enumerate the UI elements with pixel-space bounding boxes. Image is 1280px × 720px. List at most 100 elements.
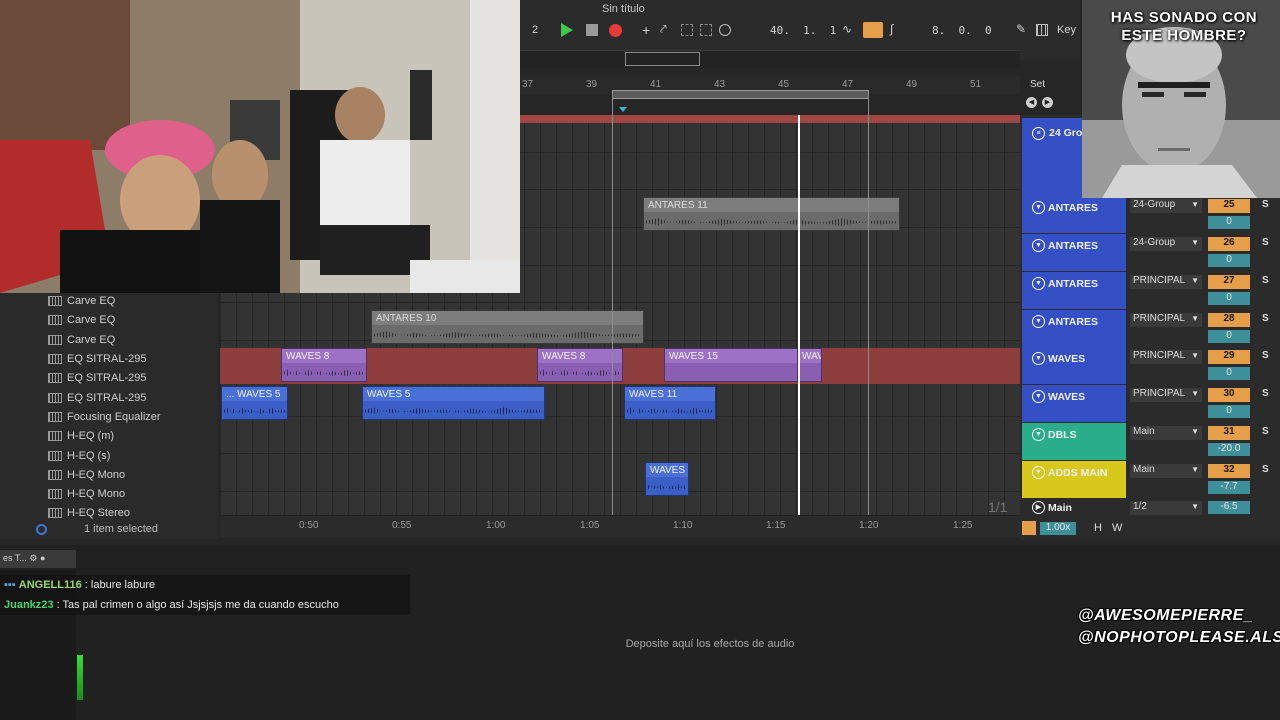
browser-item[interactable]: Carve EQ bbox=[48, 334, 115, 346]
track-header[interactable]: ▼ DBLS bbox=[1022, 423, 1126, 460]
browser-item[interactable]: H-EQ Stereo bbox=[48, 507, 130, 519]
volume-field[interactable]: -20.0 bbox=[1208, 443, 1250, 456]
output-routing[interactable]: 1/2 bbox=[1130, 501, 1202, 515]
browser-item[interactable]: EQ SITRAL-295 bbox=[48, 353, 146, 365]
track-activator[interactable]: 29 bbox=[1208, 350, 1250, 364]
track-activator[interactable]: 25 bbox=[1208, 199, 1250, 213]
volume-field[interactable]: -6.5 bbox=[1208, 501, 1250, 514]
output-routing[interactable]: 24-Group bbox=[1130, 237, 1202, 251]
track-header[interactable]: ▼ WAVES bbox=[1022, 347, 1126, 384]
playhead[interactable] bbox=[798, 115, 800, 515]
arrangement-position[interactable]: 40. 1. 1 bbox=[770, 24, 836, 37]
track-header[interactable]: ▼ WAVES bbox=[1022, 385, 1126, 422]
fold-icon[interactable]: ▼ bbox=[1032, 466, 1045, 479]
track-lane[interactable] bbox=[220, 417, 1020, 455]
start-marker-icon[interactable] bbox=[619, 107, 627, 112]
w-button[interactable]: W bbox=[1112, 522, 1122, 534]
solo-button[interactable]: S bbox=[1262, 199, 1269, 210]
output-routing[interactable]: PRINCIPAL bbox=[1130, 388, 1202, 402]
audio-clip[interactable]: WAVES 8 bbox=[281, 348, 367, 382]
group-fold-icon[interactable]: ≡ bbox=[1032, 127, 1045, 140]
next-locator-icon[interactable]: ▶ bbox=[1042, 97, 1053, 108]
track-header[interactable]: ▼ ANTARES bbox=[1022, 196, 1126, 233]
track-activator[interactable]: 28 bbox=[1208, 313, 1250, 327]
volume-field[interactable]: 0 bbox=[1208, 330, 1250, 343]
solo-button[interactable]: S bbox=[1262, 464, 1269, 475]
audio-clip[interactable]: ANTARES 10 bbox=[371, 310, 644, 344]
tempo-count[interactable]: 2 bbox=[532, 24, 538, 36]
fold-icon[interactable]: ▼ bbox=[1032, 277, 1045, 290]
time-ruler[interactable] bbox=[220, 515, 1020, 537]
browser-item[interactable]: EQ SITRAL-295 bbox=[48, 392, 146, 404]
arrangement-overview[interactable] bbox=[520, 50, 1020, 68]
track-header[interactable]: ▼ ANTARES bbox=[1022, 310, 1126, 347]
audio-clip[interactable]: WAVES 15 bbox=[664, 348, 798, 382]
audio-clip[interactable]: ... WAVES 5 bbox=[221, 386, 288, 420]
track-activator[interactable]: 27 bbox=[1208, 275, 1250, 289]
zoom-field[interactable]: 1.00x bbox=[1040, 522, 1076, 535]
browser-item[interactable]: Focusing Equalizer bbox=[48, 411, 161, 423]
browser-item[interactable]: H-EQ Mono bbox=[48, 469, 125, 481]
output-routing[interactable]: Main bbox=[1130, 426, 1202, 440]
zoom-icon[interactable] bbox=[1022, 521, 1036, 535]
stop-icon[interactable] bbox=[586, 24, 598, 36]
loop-toggle-icon[interactable] bbox=[863, 22, 883, 38]
solo-button[interactable]: S bbox=[1262, 237, 1269, 248]
capture-icon[interactable] bbox=[681, 24, 693, 36]
track-header[interactable]: ▼ ANTARES bbox=[1022, 272, 1126, 309]
audio-clip[interactable]: WAVES 8 bbox=[537, 348, 623, 382]
output-routing[interactable]: Main bbox=[1130, 464, 1202, 478]
track-lane[interactable] bbox=[220, 454, 1020, 492]
session-record-icon[interactable] bbox=[700, 24, 712, 36]
track-header[interactable]: ▼ ANTARES bbox=[1022, 234, 1126, 271]
solo-button[interactable]: S bbox=[1262, 350, 1269, 361]
browser-item[interactable]: Carve EQ bbox=[48, 295, 115, 307]
prev-locator-icon[interactable]: ◀ bbox=[1026, 97, 1037, 108]
solo-button[interactable]: S bbox=[1262, 275, 1269, 286]
browser-item[interactable]: EQ SITRAL-295 bbox=[48, 372, 146, 384]
output-routing[interactable]: PRINCIPAL bbox=[1130, 350, 1202, 364]
track-lane[interactable] bbox=[220, 379, 1020, 417]
track-activator[interactable]: 32 bbox=[1208, 464, 1250, 478]
browser-item[interactable]: H-EQ Mono bbox=[48, 488, 125, 500]
audio-clip[interactable]: ANTARES 11 bbox=[643, 197, 900, 231]
fold-icon[interactable]: ▼ bbox=[1032, 428, 1045, 441]
audio-clip[interactable]: WAV bbox=[797, 348, 822, 382]
play-track-icon[interactable]: ▶ bbox=[1032, 501, 1045, 514]
loop-brace[interactable] bbox=[612, 90, 869, 99]
automation-icon[interactable]: ⤤ bbox=[660, 22, 667, 37]
volume-field[interactable]: 0 bbox=[1208, 292, 1250, 305]
solo-button[interactable]: S bbox=[1262, 313, 1269, 324]
browser-item[interactable]: H-EQ (m) bbox=[48, 430, 114, 442]
fold-icon[interactable]: ▼ bbox=[1032, 352, 1045, 365]
volume-field[interactable]: -7.7 bbox=[1208, 481, 1250, 494]
fold-icon[interactable]: ▼ bbox=[1032, 201, 1045, 214]
loop-length[interactable]: 8. 0. 0 bbox=[932, 24, 992, 37]
track-lane[interactable] bbox=[220, 492, 1020, 515]
solo-button[interactable]: S bbox=[1262, 426, 1269, 437]
browser-item[interactable]: H-EQ (s) bbox=[48, 450, 110, 462]
set-button[interactable]: Set bbox=[1030, 79, 1045, 90]
overview-viewport[interactable] bbox=[625, 52, 700, 66]
fold-icon[interactable]: ▼ bbox=[1032, 239, 1045, 252]
track-activator[interactable]: 30 bbox=[1208, 388, 1250, 402]
volume-field[interactable]: 0 bbox=[1208, 367, 1250, 380]
track-activator[interactable]: 31 bbox=[1208, 426, 1250, 440]
punch-out-icon[interactable]: ∫ bbox=[890, 22, 893, 36]
h-button[interactable]: H bbox=[1094, 522, 1102, 534]
play-icon[interactable] bbox=[561, 23, 573, 37]
main-track-header[interactable]: ▶ Main bbox=[1022, 499, 1126, 517]
volume-field[interactable]: 0 bbox=[1208, 405, 1250, 418]
output-routing[interactable]: PRINCIPAL bbox=[1130, 313, 1202, 327]
fold-icon[interactable]: ▼ bbox=[1032, 390, 1045, 403]
audio-clip[interactable]: WAVES 11 bbox=[624, 386, 716, 420]
output-routing[interactable]: 24-Group bbox=[1130, 199, 1202, 213]
browser-item[interactable]: Carve EQ bbox=[48, 314, 115, 326]
metronome-icon[interactable] bbox=[719, 24, 731, 36]
record-icon[interactable] bbox=[609, 24, 622, 37]
track-header[interactable]: ▼ ADDS MAIN bbox=[1022, 461, 1126, 498]
draw-mode-icon[interactable]: ✎ bbox=[1016, 22, 1026, 36]
audio-clip[interactable]: WAVES 5 bbox=[362, 386, 545, 420]
audio-clip[interactable]: WAVES 5 bbox=[645, 462, 689, 496]
keyboard-icon[interactable] bbox=[1036, 24, 1048, 36]
